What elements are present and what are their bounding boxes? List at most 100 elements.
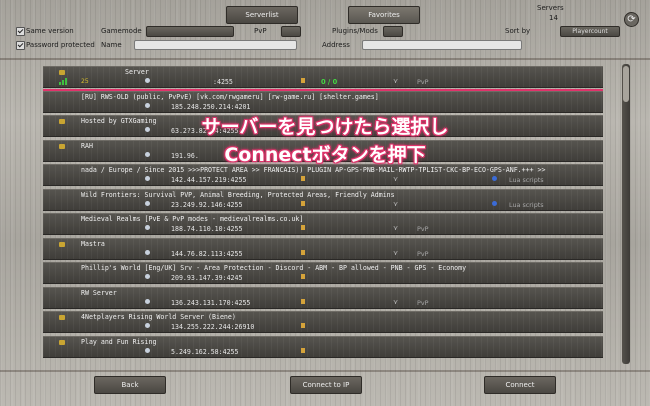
server-ping: 25 bbox=[81, 78, 89, 85]
servers-count-value: 14 bbox=[549, 14, 558, 22]
player-icon bbox=[301, 225, 305, 230]
globe-icon bbox=[145, 102, 150, 108]
server-row[interactable]: [RU] RWS-OLD (public, PvPvE) [vk.com/rwg… bbox=[43, 90, 603, 113]
player-icon bbox=[301, 298, 305, 304]
globe-icon bbox=[145, 298, 150, 304]
globe-icon bbox=[145, 323, 150, 328]
server-name: [RU] RWS-OLD (public, PvPvE) [vk.com/rwg… bbox=[81, 92, 379, 101]
lua-icon bbox=[492, 200, 497, 206]
sort-by-label: Sort by bbox=[505, 27, 531, 35]
server-row[interactable]: Wild Frontiers: Survival PVP, Animal Bre… bbox=[43, 188, 603, 211]
server-mods: Lua scripts bbox=[509, 200, 544, 209]
tab-favorites[interactable]: Favorites bbox=[348, 6, 420, 24]
address-filter-input[interactable] bbox=[362, 40, 522, 50]
server-name: Play and Fun Rising bbox=[81, 337, 157, 346]
lock-icon bbox=[59, 70, 65, 75]
globe-icon bbox=[145, 176, 150, 181]
gamemode-icon: ⋎ bbox=[393, 175, 399, 183]
globe-icon bbox=[145, 274, 150, 279]
player-icon bbox=[301, 347, 305, 353]
gamemode-icon: ⋎ bbox=[393, 297, 399, 306]
same-version-label: Same version bbox=[26, 27, 74, 35]
servers-count-label: Servers bbox=[537, 4, 564, 12]
pvp-label: PvP bbox=[254, 27, 267, 35]
address-label: Address bbox=[322, 41, 350, 49]
scrollbar-thumb[interactable] bbox=[623, 66, 629, 102]
plugins-mods-select[interactable] bbox=[383, 26, 403, 37]
player-icon bbox=[301, 323, 305, 328]
player-icon bbox=[301, 274, 305, 279]
refresh-icon[interactable]: ⟳ bbox=[624, 12, 639, 27]
password-protected-label: Password protected bbox=[26, 41, 95, 49]
server-name: Phillip's World [Eng/UK] Srv - Area Prot… bbox=[81, 264, 467, 272]
server-name: Medieval Realms [PvE & PvP modes - medie… bbox=[81, 215, 304, 223]
server-pvp: PvP bbox=[417, 249, 429, 258]
sort-by-select[interactable]: Playercount bbox=[560, 26, 620, 37]
server-address: 134.255.222.244:26910 bbox=[171, 323, 255, 331]
server-name: RW Server bbox=[81, 288, 117, 297]
signal-icon bbox=[59, 78, 68, 85]
server-row[interactable]: Phillip's World [Eng/UK] Srv - Area Prot… bbox=[43, 262, 603, 284]
server-row[interactable]: nada / Europe / Since 2015 >>>PROTECT AR… bbox=[43, 164, 603, 186]
server-players: 0 / 0 bbox=[321, 78, 338, 86]
server-row[interactable]: Medieval Realms [PvE & PvP modes - medie… bbox=[43, 213, 603, 235]
lua-icon bbox=[492, 176, 497, 181]
globe-icon bbox=[145, 225, 150, 230]
server-row[interactable]: RW Server 136.243.131.170:4255 ⋎ PvP bbox=[43, 286, 603, 309]
name-label: Name bbox=[101, 41, 122, 49]
server-browser: Serverlist Favorites Servers 14 ⟳ Same v… bbox=[0, 0, 650, 406]
server-name: nada / Europe / Since 2015 >>>PROTECT AR… bbox=[81, 166, 546, 174]
server-name: Server bbox=[125, 68, 149, 76]
server-address: :4255 bbox=[213, 78, 233, 86]
server-address: 144.76.82.113:4255 bbox=[171, 249, 243, 258]
server-name: Mastra bbox=[81, 239, 105, 248]
player-icon bbox=[301, 249, 305, 255]
server-pvp: PvP bbox=[417, 298, 429, 307]
tab-serverlist[interactable]: Serverlist bbox=[226, 6, 298, 24]
player-icon bbox=[301, 78, 305, 83]
lock-icon bbox=[59, 339, 65, 345]
lock-icon bbox=[59, 315, 65, 320]
list-scrollbar[interactable] bbox=[622, 64, 630, 364]
server-address: 209.93.147.39:4245 bbox=[171, 274, 243, 282]
gamemode-select[interactable] bbox=[146, 26, 234, 37]
server-address: 136.243.131.170:4255 bbox=[171, 298, 251, 307]
pvp-select[interactable] bbox=[281, 26, 301, 37]
server-address: 142.44.157.219:4255 bbox=[171, 176, 247, 184]
server-address: 185.248.250.214:4201 bbox=[171, 102, 251, 111]
globe-icon bbox=[145, 347, 150, 353]
gamemode-icon: ⋎ bbox=[393, 248, 399, 257]
globe-icon bbox=[145, 78, 150, 83]
server-name: 4Netplayers Rising World Server (Biene) bbox=[81, 313, 236, 321]
gamemode-label: Gamemode bbox=[101, 27, 142, 35]
connect-to-ip-button[interactable]: Connect to IP bbox=[290, 376, 362, 394]
wood-divider bbox=[0, 370, 650, 372]
back-button[interactable]: Back bbox=[94, 376, 166, 394]
server-pvp: PvP bbox=[417, 78, 429, 86]
server-pvp: PvP bbox=[417, 225, 429, 233]
server-address: 188.74.110.10:4255 bbox=[171, 225, 243, 233]
server-row[interactable]: 4Netplayers Rising World Server (Biene) … bbox=[43, 311, 603, 333]
server-row[interactable]: Play and Fun Rising 5.249.162.58:4255 bbox=[43, 335, 603, 358]
gamemode-icon: ⋎ bbox=[393, 199, 399, 208]
server-name: Wild Frontiers: Survival PVP, Animal Bre… bbox=[81, 190, 395, 199]
globe-icon bbox=[145, 249, 150, 255]
connect-button[interactable]: Connect bbox=[484, 376, 556, 394]
server-address: 5.249.162.58:4255 bbox=[171, 347, 239, 356]
password-protected-checkbox[interactable] bbox=[16, 41, 25, 50]
instruction-overlay-line2: Connectボタンを押下 bbox=[224, 144, 426, 166]
gamemode-icon: ⋎ bbox=[393, 224, 399, 232]
plugins-mods-label: Plugins/Mods bbox=[332, 27, 378, 35]
server-row[interactable]: Mastra 144.76.82.113:4255 ⋎ PvP bbox=[43, 237, 603, 260]
player-icon bbox=[301, 200, 305, 206]
server-row[interactable]: Server 25 :4255 0 / 0 ⋎ PvP bbox=[43, 66, 603, 91]
server-mods: Lua scripts bbox=[509, 176, 544, 184]
name-filter-input[interactable] bbox=[134, 40, 297, 50]
wood-divider bbox=[0, 58, 650, 60]
globe-icon bbox=[145, 200, 150, 206]
gamemode-icon: ⋎ bbox=[393, 77, 399, 85]
server-address: 23.249.92.146:4255 bbox=[171, 200, 243, 209]
server-list: Server 25 :4255 0 / 0 ⋎ PvP [RU] RWS-OLD… bbox=[43, 66, 603, 366]
lock-icon bbox=[59, 241, 65, 247]
same-version-checkbox[interactable] bbox=[16, 27, 25, 36]
